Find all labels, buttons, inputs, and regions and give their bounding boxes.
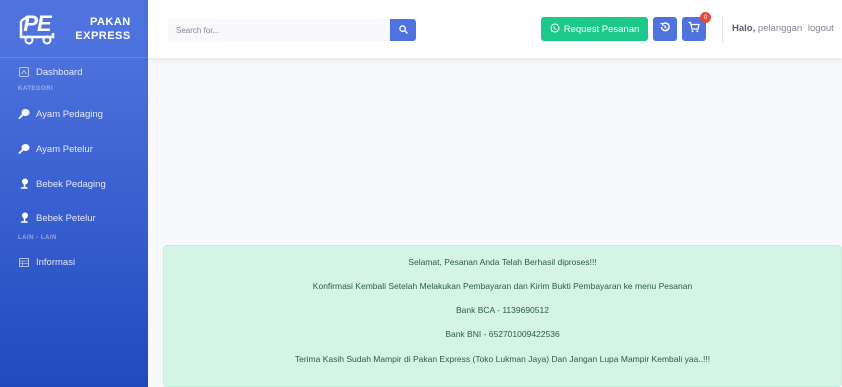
alert-line-confirm: Konfirmasi Kembali Setelah Melakukan Pem… — [312, 281, 693, 291]
sidebar-item-label: Informasi — [36, 256, 76, 268]
sidebar-item-label: Dashboard — [36, 66, 83, 78]
alert-line-bank-bca: Bank BCA - 1139690512 — [456, 305, 549, 315]
cart-count-badge: 0 — [700, 12, 711, 23]
brand-link[interactable]: PE PAKAN EXPRESS — [0, 0, 148, 58]
sidebar-heading-lain: LAIN - LAIN — [18, 235, 57, 241]
sidebar-item-ayam-pedaging[interactable]: Ayam Pedaging — [0, 104, 148, 124]
topbar-divider — [722, 15, 723, 43]
duck-leg-icon — [18, 212, 30, 224]
sidebar-item-bebek-petelur[interactable]: Bebek Petelur — [0, 208, 148, 228]
search-form — [168, 19, 416, 41]
duck-leg-icon — [18, 178, 30, 190]
sidebar-item-bebek-pedaging[interactable]: Bebek Pedaging — [0, 174, 148, 194]
sidebar-heading-kategori: KATEGORI — [18, 86, 54, 92]
search-input[interactable] — [168, 19, 390, 41]
dashboard-icon — [18, 66, 30, 78]
history-button[interactable] — [653, 17, 677, 41]
logout-link[interactable]: logout — [808, 23, 834, 34]
brand-name-line1: PAKAN — [89, 15, 131, 28]
drumstick-icon — [18, 143, 30, 155]
sidebar-item-label: Ayam Petelur — [36, 143, 93, 155]
search-icon — [398, 21, 408, 39]
sidebar-item-label: Bebek Pedaging — [36, 178, 106, 190]
alert-line-thanks: Terima Kasih Sudah Mampir di Pakan Expre… — [294, 354, 711, 364]
table-icon — [18, 256, 30, 268]
brand-name-line2: EXPRESS — [75, 29, 131, 42]
whatsapp-icon — [550, 23, 560, 36]
username-link[interactable]: pelanggan — [758, 23, 802, 34]
topbar: Request Pesanan 0 Halo, pelanggan logout — [148, 0, 842, 58]
user-area: Halo, pelanggan logout — [732, 23, 834, 34]
sidebar-item-ayam-petelur[interactable]: Ayam Petelur — [0, 139, 148, 159]
greeting-text: Halo, — [732, 23, 756, 34]
sidebar-item-informasi[interactable]: Informasi — [0, 252, 148, 272]
history-icon — [659, 20, 671, 38]
sidebar-item-label: Bebek Petelur — [36, 212, 96, 224]
alert-line-success: Selamat, Pesanan Anda Telah Berhasil dip… — [408, 257, 597, 267]
shopping-cart-icon — [688, 20, 700, 38]
logo-text: PE — [23, 10, 51, 36]
sidebar-item-dashboard[interactable]: Dashboard — [0, 62, 148, 82]
sidebar-item-label: Ayam Pedaging — [36, 108, 103, 120]
request-pesanan-label: Request Pesanan — [563, 23, 640, 35]
request-pesanan-button[interactable]: Request Pesanan — [541, 17, 648, 41]
search-button[interactable] — [390, 19, 416, 41]
alert-line-bank-bni: Bank BNI - 652701009422536 — [445, 329, 560, 339]
success-alert: Selamat, Pesanan Anda Telah Berhasil dip… — [163, 245, 842, 387]
brand-name: PAKAN EXPRESS — [75, 15, 130, 43]
drumstick-icon — [18, 108, 30, 120]
sidebar: PE PAKAN EXPRESS Dashboard KATEGORI Ayam… — [0, 0, 148, 387]
truck-logo-icon: PE — [17, 11, 65, 47]
cart-button[interactable]: 0 — [682, 12, 711, 41]
